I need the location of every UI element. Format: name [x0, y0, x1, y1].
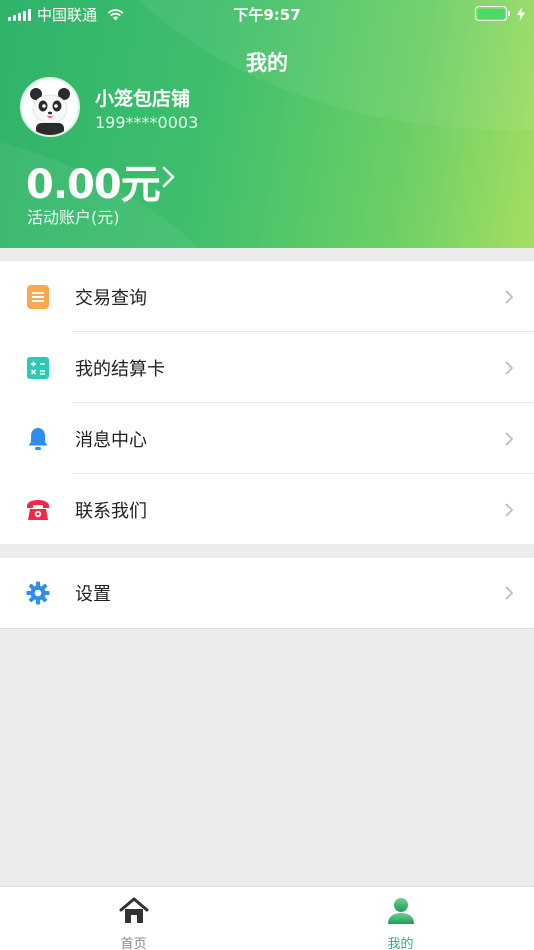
status-time: 下午9:57: [233, 6, 301, 24]
tab-home[interactable]: 首页: [0, 887, 267, 950]
home-icon: [119, 897, 148, 923]
tab-bar: 首页 我的: [0, 886, 534, 950]
panda-avatar-icon: [22, 79, 78, 135]
chevron-right-icon: [505, 502, 514, 517]
chevron-right-icon: [505, 289, 514, 304]
menu-item-settings[interactable]: 设置: [0, 558, 534, 628]
page-title: 我的: [246, 51, 288, 75]
menu-item-label: 交易查询: [75, 287, 147, 309]
menu-item-transactions[interactable]: 交易查询: [0, 261, 534, 332]
document-icon: [25, 284, 51, 310]
divider: [0, 628, 534, 629]
menu-item-label: 联系我们: [75, 500, 147, 522]
chevron-right-icon[interactable]: [158, 164, 180, 190]
gear-icon: [25, 580, 51, 606]
menu-item-label: 我的结算卡: [75, 358, 165, 380]
user-icon: [387, 898, 414, 924]
shop-phone: 199****0003: [95, 113, 199, 132]
charging-icon: [517, 6, 525, 21]
chevron-right-icon: [505, 586, 514, 600]
bell-icon: [25, 426, 51, 452]
menu-item-messages[interactable]: 消息中心: [0, 403, 534, 474]
balance-amount[interactable]: 0.00元: [26, 152, 161, 210]
status-bar: 中国联通 下午9:57: [0, 0, 534, 28]
phone-icon: [25, 497, 51, 523]
menu-item-label: 设置: [75, 584, 111, 605]
menu-group-main: 交易查询 我的结算卡 消息中心 联系我们: [0, 261, 534, 544]
menu-group-settings: 设置: [0, 558, 534, 628]
balance-label: 活动账户(元): [27, 208, 120, 227]
tab-home-label: 首页: [120, 937, 147, 950]
tab-mine-label: 我的: [387, 937, 414, 950]
menu-item-contact-us[interactable]: 联系我们: [0, 474, 534, 545]
calculator-icon: [25, 355, 51, 381]
shop-name: 小笼包店铺: [95, 88, 191, 110]
menu-item-label: 消息中心: [75, 429, 147, 451]
profile-header: 中国联通 下午9:57 我的 小笼包店铺 199****0003 0.00元 活…: [0, 0, 534, 248]
battery-icon: [475, 6, 510, 21]
chevron-right-icon: [505, 431, 514, 446]
chevron-right-icon: [505, 360, 514, 375]
menu-item-settlement-card[interactable]: 我的结算卡: [0, 332, 534, 403]
avatar[interactable]: [20, 77, 80, 137]
tab-mine[interactable]: 我的: [267, 887, 534, 950]
